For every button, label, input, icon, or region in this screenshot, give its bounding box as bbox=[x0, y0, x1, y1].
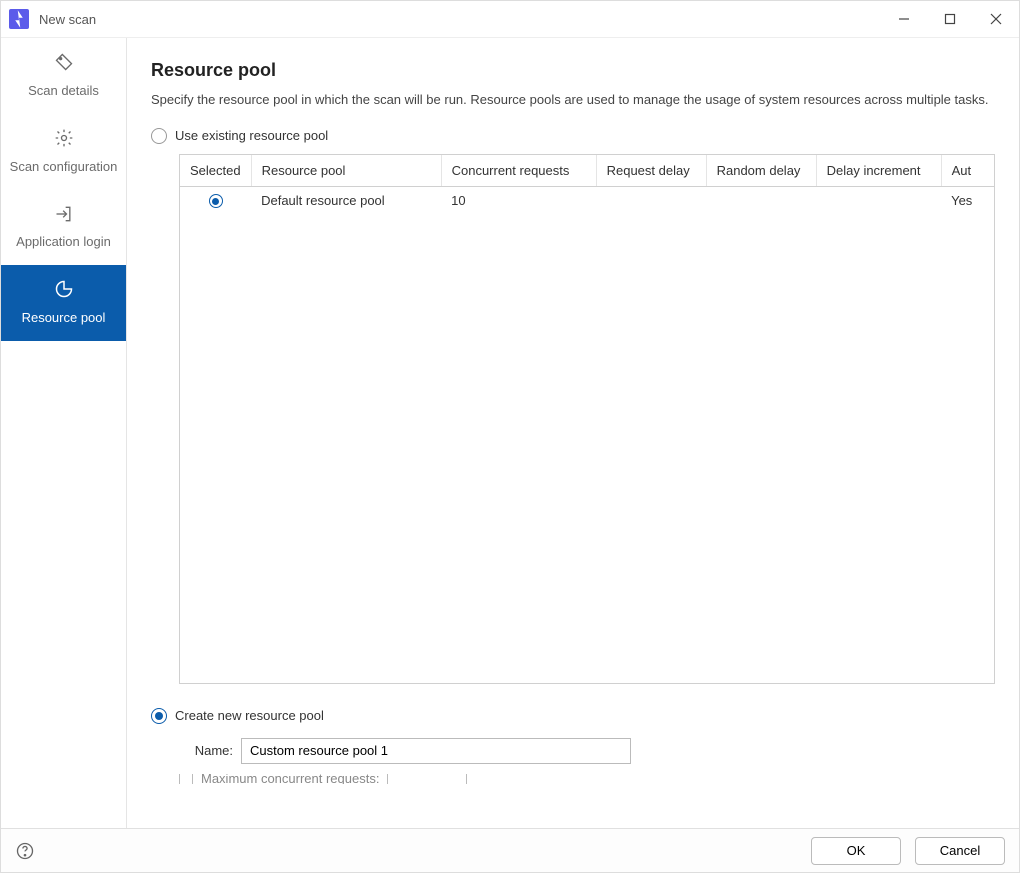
resource-pool-table-wrap: Selected Resource pool Concurrent reques… bbox=[179, 154, 995, 684]
window-controls bbox=[881, 1, 1019, 37]
table-row[interactable]: Default resource pool 10 Yes bbox=[180, 186, 994, 214]
option-label: Create new resource pool bbox=[175, 708, 324, 723]
col-request-delay[interactable]: Request delay bbox=[596, 155, 706, 187]
titlebar: New scan bbox=[1, 1, 1019, 37]
maximize-button[interactable] bbox=[927, 1, 973, 37]
row-radio-icon bbox=[209, 194, 223, 208]
app-icon bbox=[9, 9, 29, 29]
cell-resource-pool: Default resource pool bbox=[251, 186, 441, 214]
footer: OK Cancel bbox=[1, 828, 1019, 872]
cell-selected[interactable] bbox=[180, 186, 251, 214]
sidebar-item-resource-pool[interactable]: Resource pool bbox=[1, 265, 126, 341]
page-description: Specify the resource pool in which the s… bbox=[151, 91, 995, 110]
option-use-existing[interactable]: Use existing resource pool bbox=[151, 128, 995, 144]
sidebar: Scan details Scan configuration Applicat… bbox=[1, 38, 126, 828]
content-panel: Resource pool Specify the resource pool … bbox=[126, 38, 1019, 828]
name-label: Name: bbox=[179, 743, 233, 758]
sidebar-item-label: Resource pool bbox=[22, 310, 106, 327]
cancel-button[interactable]: Cancel bbox=[915, 837, 1005, 865]
max-concurrent-label: Maximum concurrent requests: bbox=[201, 774, 379, 784]
max-concurrent-input[interactable] bbox=[387, 774, 467, 784]
sidebar-item-label: Application login bbox=[16, 234, 111, 251]
col-selected[interactable]: Selected bbox=[180, 155, 251, 187]
pie-chart-icon bbox=[54, 279, 74, 304]
col-concurrent-requests[interactable]: Concurrent requests bbox=[441, 155, 596, 187]
help-icon[interactable] bbox=[15, 841, 35, 861]
form-max-concurrent-row: Maximum concurrent requests: bbox=[179, 774, 995, 784]
ok-button[interactable]: OK bbox=[811, 837, 901, 865]
col-auto-throttle[interactable]: Aut bbox=[941, 155, 994, 187]
page-heading: Resource pool bbox=[151, 60, 995, 81]
sidebar-item-label: Scan details bbox=[28, 83, 99, 100]
resource-pool-table: Selected Resource pool Concurrent reques… bbox=[180, 155, 994, 215]
form-name-row: Name: bbox=[179, 738, 995, 764]
option-create-new[interactable]: Create new resource pool bbox=[151, 708, 995, 724]
cell-auto-throttle: Yes bbox=[941, 186, 994, 214]
col-resource-pool[interactable]: Resource pool bbox=[251, 155, 441, 187]
main-area: Scan details Scan configuration Applicat… bbox=[1, 37, 1019, 828]
window-title: New scan bbox=[39, 12, 881, 27]
cell-concurrent-requests: 10 bbox=[441, 186, 596, 214]
sidebar-item-application-login[interactable]: Application login bbox=[1, 190, 126, 266]
close-button[interactable] bbox=[973, 1, 1019, 37]
cell-request-delay bbox=[596, 186, 706, 214]
tag-icon bbox=[54, 52, 74, 77]
sidebar-item-scan-configuration[interactable]: Scan configuration bbox=[1, 114, 126, 190]
sidebar-item-scan-details[interactable]: Scan details bbox=[1, 38, 126, 114]
name-input[interactable] bbox=[241, 738, 631, 764]
login-icon bbox=[54, 204, 74, 229]
checkbox-icon[interactable] bbox=[179, 774, 193, 784]
sidebar-item-label: Scan configuration bbox=[10, 159, 118, 176]
minimize-button[interactable] bbox=[881, 1, 927, 37]
cell-random-delay bbox=[706, 186, 816, 214]
gear-icon bbox=[54, 128, 74, 153]
option-label: Use existing resource pool bbox=[175, 128, 328, 143]
radio-icon bbox=[151, 708, 167, 724]
col-delay-increment[interactable]: Delay increment bbox=[816, 155, 941, 187]
cell-delay-increment bbox=[816, 186, 941, 214]
radio-icon bbox=[151, 128, 167, 144]
col-random-delay[interactable]: Random delay bbox=[706, 155, 816, 187]
